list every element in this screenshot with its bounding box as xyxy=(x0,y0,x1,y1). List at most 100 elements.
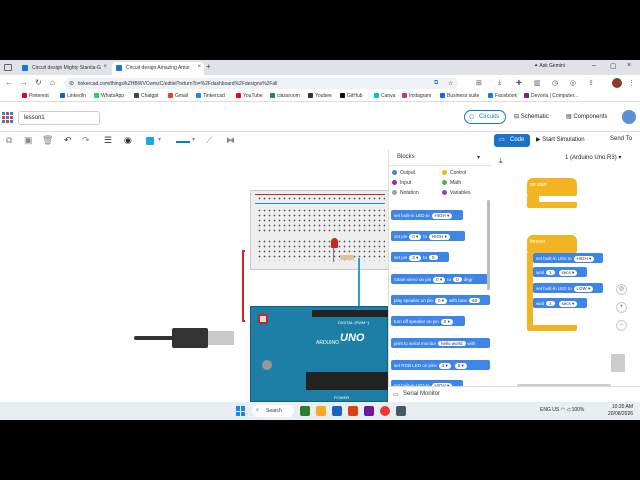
bookmark-instagram[interactable]: Instagram xyxy=(402,93,431,99)
bookmark-linkedin[interactable]: LinkedIn xyxy=(60,93,86,99)
code-workspace[interactable]: ⤓ 1 (Arduino Uno R3) ▾ on start forever … xyxy=(491,150,640,402)
program-wait-1[interactable]: wait 1 secs ▾ xyxy=(533,267,587,277)
block-turn-off-speaker[interactable]: turn off speaker on pin 0 ▾ xyxy=(391,316,465,326)
blocks-dropdown[interactable]: Blocks ▾ xyxy=(389,150,492,166)
paste-icon[interactable]: ▣ xyxy=(24,135,33,146)
block-dropdown[interactable]: secs ▾ xyxy=(558,300,578,307)
block-dropdown[interactable]: secs ▾ xyxy=(558,269,578,276)
zoom-fit-icon[interactable]: ◎ xyxy=(616,284,627,295)
menu-icon[interactable]: ⋮ xyxy=(628,79,635,87)
edge-icon[interactable] xyxy=(332,406,342,416)
send-to-button[interactable]: Send To xyxy=(610,136,632,142)
on-start-event-block[interactable]: on start xyxy=(527,178,577,196)
bookmark-facebook[interactable]: Facebook xyxy=(488,93,517,99)
category-input[interactable]: Input xyxy=(392,180,411,186)
bookmark-pinterest[interactable]: Pinterest xyxy=(22,93,49,99)
block-dropdown[interactable]: 0 ▾ xyxy=(433,276,446,283)
category-control[interactable]: Control xyxy=(442,170,466,176)
ask-gemini-button[interactable]: ✦ Ask Gemini xyxy=(534,63,565,69)
block-dropdown[interactable]: HIGH ▾ xyxy=(573,255,595,262)
bookmark-whatsapp[interactable]: WhatsApp xyxy=(94,93,124,99)
minimize-icon[interactable]: – xyxy=(592,62,596,69)
camera-icon[interactable]: ◎ xyxy=(570,79,576,87)
category-notation[interactable]: Notation xyxy=(392,190,419,196)
board-selector[interactable]: 1 (Arduino Uno R3) ▾ xyxy=(565,154,621,161)
browser-tab[interactable]: Circuit design Mighty Stantia-G × xyxy=(18,62,110,75)
block-dropdown[interactable]: 3 ▾ xyxy=(409,254,422,261)
block-set-pin-digital[interactable]: set pin 0 ▾ to HIGH ▾ xyxy=(391,231,465,241)
store-icon[interactable] xyxy=(364,406,374,416)
block-dropdown[interactable]: LOW ▾ xyxy=(573,285,594,292)
home-icon[interactable]: ⌂ xyxy=(50,78,55,87)
block-dropdown[interactable]: 0 ▾ xyxy=(440,318,453,325)
color-picker-icon[interactable] xyxy=(146,137,154,145)
clock[interactable]: 10:20 AM 20/08/2026 xyxy=(608,404,633,418)
block-dropdown[interactable]: HIGH ▾ xyxy=(429,233,450,240)
close-icon[interactable]: × xyxy=(197,64,201,70)
serial-monitor-bar[interactable]: ▭ Serial Monitor xyxy=(388,386,640,402)
bookmark-tinkercad[interactable]: Tinkercad xyxy=(196,93,225,99)
start-icon[interactable] xyxy=(236,406,246,416)
category-output[interactable]: Output xyxy=(392,170,415,176)
redo-icon[interactable]: ↷ xyxy=(82,135,90,146)
system-tray[interactable]: ENG US ◠ ◁ 100% xyxy=(540,407,584,413)
zoom-out-icon[interactable]: − xyxy=(616,320,627,331)
forward-icon[interactable]: → xyxy=(20,78,28,87)
rotate-icon[interactable]: ⟋ xyxy=(206,135,212,146)
tab-actions-icon[interactable] xyxy=(4,64,12,71)
app-icon[interactable] xyxy=(396,406,406,416)
close-icon[interactable]: × xyxy=(103,64,107,70)
block-set-builtin-led[interactable]: set built-in LED to HIGH ▾ xyxy=(391,210,463,220)
bookmark-devoria[interactable]: Devoria | Computer... xyxy=(524,93,578,99)
copy-icon[interactable]: ⧉ xyxy=(6,135,12,146)
block-set-rgb-led[interactable]: set RGB LED on pins 3 ▾ 5 ▾ xyxy=(391,360,490,370)
reload-icon[interactable]: ↻ xyxy=(35,78,42,87)
avatar[interactable] xyxy=(612,78,622,88)
chevron-down-icon[interactable]: ▾ xyxy=(192,136,195,143)
red-wire[interactable] xyxy=(242,250,245,322)
bookmark-star-icon[interactable]: ☆ xyxy=(448,80,453,87)
notes-icon[interactable]: ☰ xyxy=(104,135,112,146)
category-math[interactable]: Math xyxy=(442,180,461,186)
block-input[interactable]: 0 xyxy=(453,276,462,282)
browser-tab-active[interactable]: Circuit design Amazing Amur × xyxy=(112,62,204,75)
blocks-scrollbar[interactable] xyxy=(487,200,490,290)
chrome-icon[interactable] xyxy=(380,406,390,416)
breadboard[interactable] xyxy=(250,190,390,270)
block-print-serial[interactable]: print to serial monitor hello world with xyxy=(391,338,490,348)
window-close-icon[interactable]: × xyxy=(627,62,631,69)
new-tab-button[interactable]: + xyxy=(206,62,211,71)
site-info-icon[interactable]: ⊜ xyxy=(69,80,74,87)
download-code-icon[interactable]: ⤓ xyxy=(499,156,503,166)
visibility-icon[interactable]: ◉ xyxy=(124,135,132,146)
code-button[interactable]: ▭ Code xyxy=(494,134,530,147)
block-input[interactable]: 1 xyxy=(546,269,555,275)
bookmark-chatgpt[interactable]: Chatgpt xyxy=(134,93,159,99)
forever-loop-block[interactable]: forever xyxy=(527,235,577,253)
circuit-canvas[interactable]: DIGITAL (PWM~) UNO ARDUINO POWER xyxy=(0,150,390,402)
history-icon[interactable]: ◷ xyxy=(552,79,558,87)
schematic-view-button[interactable]: ⊟ Schematic xyxy=(514,113,549,120)
reset-button[interactable] xyxy=(258,314,268,324)
block-dropdown[interactable]: 3 ▾ xyxy=(438,362,451,369)
maximize-icon[interactable]: ▢ xyxy=(610,62,617,70)
office-icon[interactable] xyxy=(348,406,358,416)
bookmark-github[interactable]: GitHub xyxy=(340,93,363,99)
extension-icon[interactable]: ⊞ xyxy=(476,79,482,87)
trash-icon[interactable] xyxy=(611,354,625,372)
wire-type-icon[interactable] xyxy=(176,141,190,143)
bookmark-canva[interactable]: Canva xyxy=(374,93,395,99)
block-play-speaker[interactable]: play speaker on pin 0 ▾ with tone 60 xyxy=(391,295,490,305)
bookmark-classroom[interactable]: classroom xyxy=(270,93,300,99)
block-dropdown[interactable]: 0 ▾ xyxy=(409,233,422,240)
back-icon[interactable]: ← xyxy=(5,78,13,87)
components-view-button[interactable]: ▤ Components xyxy=(566,113,607,120)
tinkercad-logo[interactable] xyxy=(2,112,13,123)
resistor[interactable] xyxy=(340,255,354,260)
block-input[interactable]: 1 xyxy=(546,300,555,306)
block-set-pin-analog[interactable]: set pin 3 ▾ to 0 xyxy=(391,252,449,262)
red-led[interactable] xyxy=(331,238,338,248)
block-dropdown[interactable]: HIGH ▾ xyxy=(431,212,453,219)
flip-icon[interactable]: ⧓ xyxy=(226,135,235,146)
bookmark-youtube[interactable]: YouTube xyxy=(236,93,263,99)
